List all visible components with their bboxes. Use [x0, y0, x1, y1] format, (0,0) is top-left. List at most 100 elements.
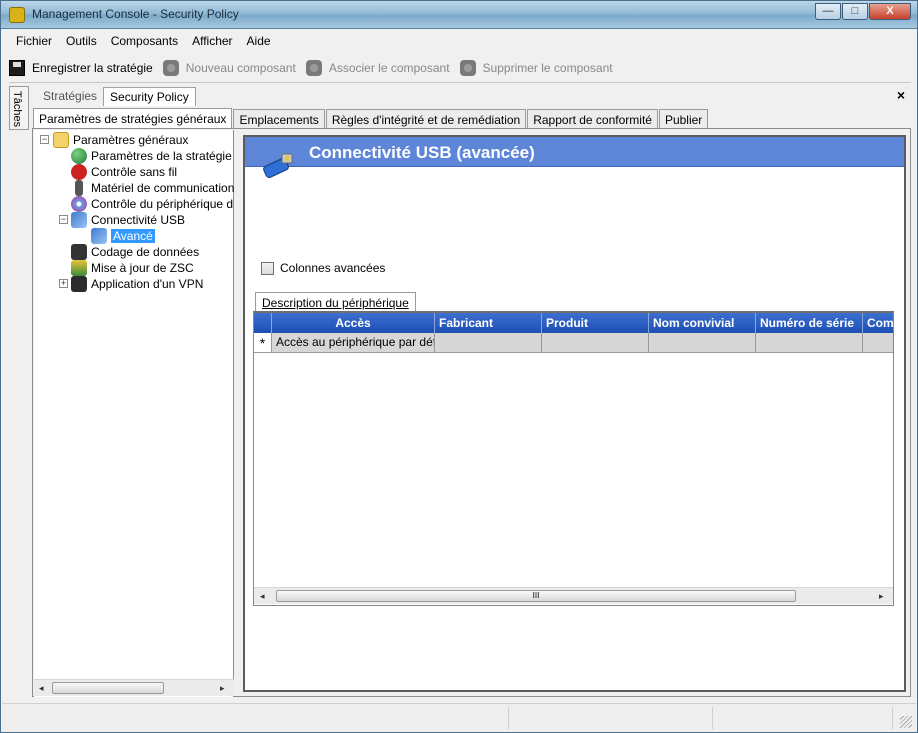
- device-grid-body: Accès Fabricant Produit Nom convivial Nu…: [254, 313, 893, 587]
- new-row-marker[interactable]: *: [254, 333, 272, 353]
- row-header-corner: [254, 313, 272, 333]
- lock-icon: [71, 244, 87, 260]
- scroll-thumb[interactable]: [52, 682, 164, 694]
- tree-node-device-control[interactable]: Contrôle du périphérique d: [71, 196, 233, 212]
- close-document-icon[interactable]: ×: [897, 87, 905, 103]
- toolbar: Enregistrer la stratégie Nouveau composa…: [9, 56, 623, 80]
- checkbox-box[interactable]: [261, 261, 274, 275]
- tree-node-policy-settings[interactable]: Paramètres de la stratégie: [71, 148, 232, 164]
- tree-node-wireless-control[interactable]: Contrôle sans fil: [71, 164, 177, 180]
- scroll-right-icon[interactable]: ▸: [220, 683, 225, 694]
- wireless-icon: [71, 164, 87, 180]
- menu-bar: Fichier Outils Composants Afficher Aide: [9, 31, 278, 53]
- column-header-access[interactable]: Accès: [272, 313, 435, 333]
- tab-strategies[interactable]: Stratégies: [37, 87, 103, 106]
- tree-node-vpn-enforcement[interactable]: + Application d'un VPN: [59, 276, 203, 292]
- component-icon: [305, 60, 322, 76]
- folder-icon: [53, 132, 69, 148]
- tab-general-settings[interactable]: Paramètres de stratégies généraux: [33, 108, 233, 130]
- tree-node-general-settings[interactable]: − Paramètres généraux: [40, 132, 188, 148]
- device-grid: Accès Fabricant Produit Nom convivial Nu…: [253, 311, 894, 606]
- grid-cell-friendly-name[interactable]: [649, 333, 756, 353]
- tree-horizontal-scrollbar[interactable]: ◂ ▸: [34, 679, 234, 696]
- tab-integrity-rules[interactable]: Règles d'intégrité et de remédiation: [325, 109, 527, 129]
- menu-composants[interactable]: Composants: [104, 31, 185, 53]
- collapse-icon[interactable]: −: [59, 215, 68, 224]
- status-divider: [892, 707, 893, 729]
- advanced-columns-checkbox[interactable]: Colonnes avancées: [261, 261, 385, 275]
- column-header-friendly-name[interactable]: Nom convivial: [649, 313, 756, 333]
- tree-node-data-encryption[interactable]: Codage de données: [71, 244, 199, 260]
- status-divider: [508, 707, 509, 729]
- usb-drive-icon: [263, 153, 293, 179]
- policy-tabs: Paramètres de stratégies généraux Emplac…: [33, 107, 709, 130]
- scroll-left-icon[interactable]: ◂: [260, 591, 265, 602]
- maximize-button[interactable]: □: [842, 3, 868, 20]
- update-icon: [71, 260, 87, 276]
- advanced-columns-label: Colonnes avancées: [280, 261, 386, 275]
- grid-cell-access[interactable]: Accès au périphérique par déf: [272, 333, 435, 353]
- title-bar[interactable]: Management Console - Security Policy — □…: [1, 1, 917, 29]
- expand-icon[interactable]: +: [59, 279, 68, 288]
- column-header-manufacturer[interactable]: Fabricant: [435, 313, 542, 333]
- tree-node-label: Codage de données: [91, 245, 200, 259]
- status-bar: [2, 703, 916, 731]
- tree-node-zsc-update[interactable]: Mise à jour de ZSC: [71, 260, 194, 276]
- tree-node-label: Paramètres de la stratégie: [91, 149, 232, 163]
- column-header-product[interactable]: Produit: [542, 313, 649, 333]
- tree-node-label: Matériel de communication: [91, 181, 235, 195]
- minimize-button[interactable]: —: [815, 3, 841, 20]
- document-tabs: Stratégies Security Policy: [37, 87, 196, 106]
- usb-icon: [91, 228, 107, 244]
- tab-content: − Paramètres généraux Paramètres de la s…: [32, 128, 911, 697]
- main-window: Management Console - Security Policy — □…: [0, 0, 918, 733]
- tree-node-label: Avancé: [111, 229, 155, 243]
- tab-locations[interactable]: Emplacements: [233, 109, 325, 129]
- component-icon: [459, 60, 476, 76]
- tab-device-description[interactable]: Description du périphérique: [255, 292, 416, 313]
- collapse-icon[interactable]: −: [40, 135, 49, 144]
- hardware-icon: [75, 180, 83, 196]
- grid-cell-serial-number[interactable]: [756, 333, 863, 353]
- window-title: Management Console - Security Policy: [32, 7, 239, 21]
- resize-grip-icon[interactable]: [900, 716, 912, 728]
- grid-cell-truncated[interactable]: [863, 333, 893, 353]
- vpn-icon: [71, 276, 87, 292]
- column-header-serial-number[interactable]: Numéro de série: [756, 313, 863, 333]
- grid-cell-manufacturer[interactable]: [435, 333, 542, 353]
- new-component-button[interactable]: Nouveau composant: [162, 60, 296, 76]
- status-divider: [712, 707, 713, 729]
- associate-component-button[interactable]: Associer le composant: [305, 60, 450, 76]
- settings-tree: − Paramètres généraux Paramètres de la s…: [34, 130, 234, 697]
- tasks-side-tab-label: Tâches: [11, 91, 23, 128]
- tree-node-advanced[interactable]: Avancé: [91, 228, 155, 244]
- menu-fichier[interactable]: Fichier: [9, 31, 59, 53]
- menu-aide[interactable]: Aide: [240, 31, 278, 53]
- column-header-truncated[interactable]: Com: [863, 313, 893, 333]
- close-button[interactable]: X: [869, 3, 911, 20]
- tasks-side-tab[interactable]: Tâches: [9, 86, 29, 130]
- tab-publish[interactable]: Publier: [658, 109, 709, 129]
- tab-security-policy[interactable]: Security Policy: [103, 87, 196, 106]
- save-policy-button[interactable]: Enregistrer la stratégie: [9, 60, 153, 76]
- disc-icon: [71, 196, 87, 212]
- delete-component-button[interactable]: Supprimer le composant: [459, 60, 613, 76]
- scroll-right-icon[interactable]: ▸: [879, 591, 884, 602]
- toolbar-divider: [9, 82, 911, 83]
- component-icon: [162, 60, 179, 76]
- grid-horizontal-scrollbar[interactable]: ◂ III ▸: [254, 587, 893, 604]
- tab-compliance-report[interactable]: Rapport de conformité: [527, 109, 658, 129]
- app-icon: [9, 7, 25, 23]
- tree-node-label: Paramètres généraux: [73, 133, 189, 147]
- grid-cell-product[interactable]: [542, 333, 649, 353]
- detail-panel: Connectivité USB (avancée) Colonnes avan…: [243, 135, 906, 692]
- tree-node-label: Application d'un VPN: [91, 277, 204, 291]
- panel-title: Connectivité USB (avancée): [309, 143, 535, 162]
- scroll-thumb[interactable]: III: [276, 590, 796, 602]
- tree-node-communication-hardware[interactable]: Matériel de communication: [71, 180, 234, 196]
- scroll-left-icon[interactable]: ◂: [39, 683, 44, 694]
- delete-component-label: Supprimer le composant: [482, 61, 613, 75]
- menu-outils[interactable]: Outils: [59, 31, 104, 53]
- menu-afficher[interactable]: Afficher: [185, 31, 239, 53]
- tree-node-usb-connectivity[interactable]: − Connectivité USB: [59, 212, 185, 228]
